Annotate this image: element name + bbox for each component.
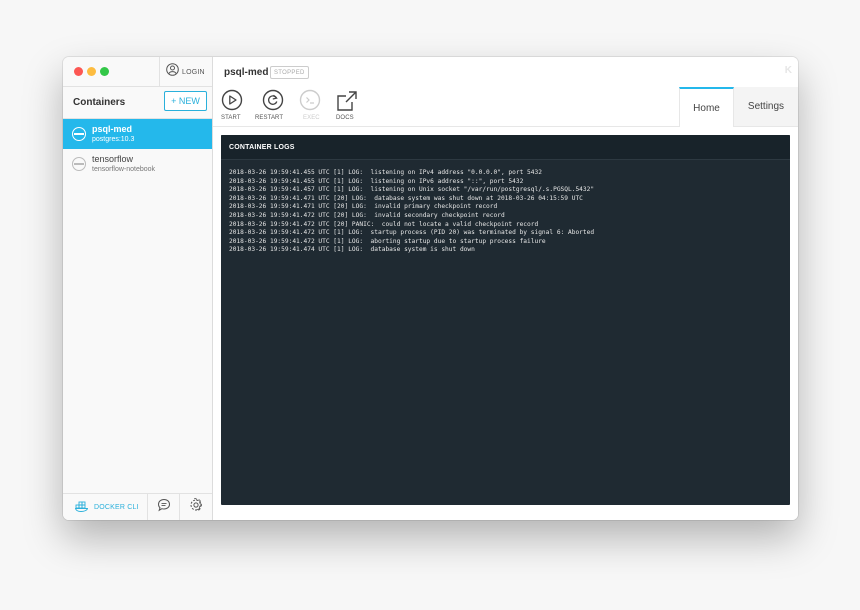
log-line: 2018-03-26 19:59:41.455 UTC [1] LOG: lis…	[229, 169, 542, 176]
docs-label: DOCS	[336, 115, 354, 121]
docs-button[interactable]: DOCS	[331, 87, 371, 127]
gear-icon	[189, 498, 203, 517]
sidebar-item-tensorflow[interactable]: tensorflow tensorflow-notebook	[63, 149, 212, 179]
restart-button[interactable]: RESTART	[255, 87, 295, 127]
kitematic-logo: K	[784, 65, 792, 76]
log-line: 2018-03-26 19:59:41.455 UTC [1] LOG: lis…	[229, 177, 524, 185]
log-line: 2018-03-26 19:59:41.474 UTC [1] LOG: dat…	[229, 246, 475, 254]
maximize-window-button[interactable]	[100, 67, 109, 76]
container-name: tensorflow	[92, 154, 134, 164]
log-line: 2018-03-26 19:59:41.472 UTC [20] LOG: in…	[229, 211, 505, 219]
user-icon	[166, 63, 179, 81]
container-title: psql-med	[224, 67, 269, 78]
exec-label: EXEC	[303, 115, 320, 121]
docker-cli-button[interactable]: DOCKER CLI	[63, 494, 148, 520]
main-header: psql-med STOPPED K	[213, 57, 798, 87]
sidebar-footer: DOCKER CLI	[63, 493, 212, 520]
app-window: LOGIN Containers + NEW psql-med postgres…	[63, 57, 798, 520]
login-label: LOGIN	[182, 68, 205, 76]
container-stopped-icon	[72, 127, 86, 141]
feedback-button[interactable]	[148, 494, 180, 520]
container-logs-panel: CONTAINER LOGS 2018-03-26 19:59:41.455 U…	[221, 135, 790, 505]
log-line: 2018-03-26 19:59:41.471 UTC [20] LOG: in…	[229, 203, 498, 211]
log-line: 2018-03-26 19:59:41.472 UTC [1] LOG: abo…	[229, 237, 546, 245]
log-line: 2018-03-26 19:59:41.472 UTC [1] LOG: sta…	[229, 229, 595, 237]
status-badge: STOPPED	[270, 66, 309, 79]
logs-title: CONTAINER LOGS	[221, 135, 790, 160]
preferences-button[interactable]	[180, 494, 212, 520]
containers-title: Containers	[73, 97, 126, 108]
log-line: 2018-03-26 19:59:41.471 UTC [20] LOG: da…	[229, 194, 583, 202]
container-stopped-icon	[72, 157, 86, 171]
start-label: START	[221, 115, 241, 121]
container-name: psql-med	[92, 124, 133, 134]
logs-output: 2018-03-26 19:59:41.455 UTC [1] LOG: lis…	[221, 160, 790, 264]
container-image: postgres:10.3	[92, 136, 135, 143]
container-image: tensorflow-notebook	[92, 166, 156, 173]
sidebar-titlebar: LOGIN	[63, 57, 212, 87]
log-line: 2018-03-26 19:59:41.457 UTC [1] LOG: lis…	[229, 186, 595, 194]
main-panel: psql-med STOPPED K START RESTART EXEC DO…	[213, 57, 798, 520]
log-line: 2018-03-26 19:59:41.472 UTC [20] PANIC: …	[229, 220, 539, 228]
close-window-button[interactable]	[74, 67, 83, 76]
new-container-button[interactable]: + NEW	[164, 91, 207, 111]
sidebar: LOGIN Containers + NEW psql-med postgres…	[63, 57, 213, 520]
docker-cli-label: DOCKER CLI	[94, 504, 139, 511]
minimize-window-button[interactable]	[87, 67, 96, 76]
tab-settings[interactable]: Settings	[734, 87, 798, 127]
chat-bubble-icon	[157, 498, 171, 517]
docker-icon	[74, 499, 89, 517]
login-button[interactable]: LOGIN	[159, 57, 213, 87]
start-button[interactable]: START	[219, 87, 259, 127]
tab-home[interactable]: Home	[679, 87, 734, 127]
restart-label: RESTART	[255, 115, 284, 121]
sidebar-item-psql-med[interactable]: psql-med postgres:10.3	[63, 119, 212, 149]
